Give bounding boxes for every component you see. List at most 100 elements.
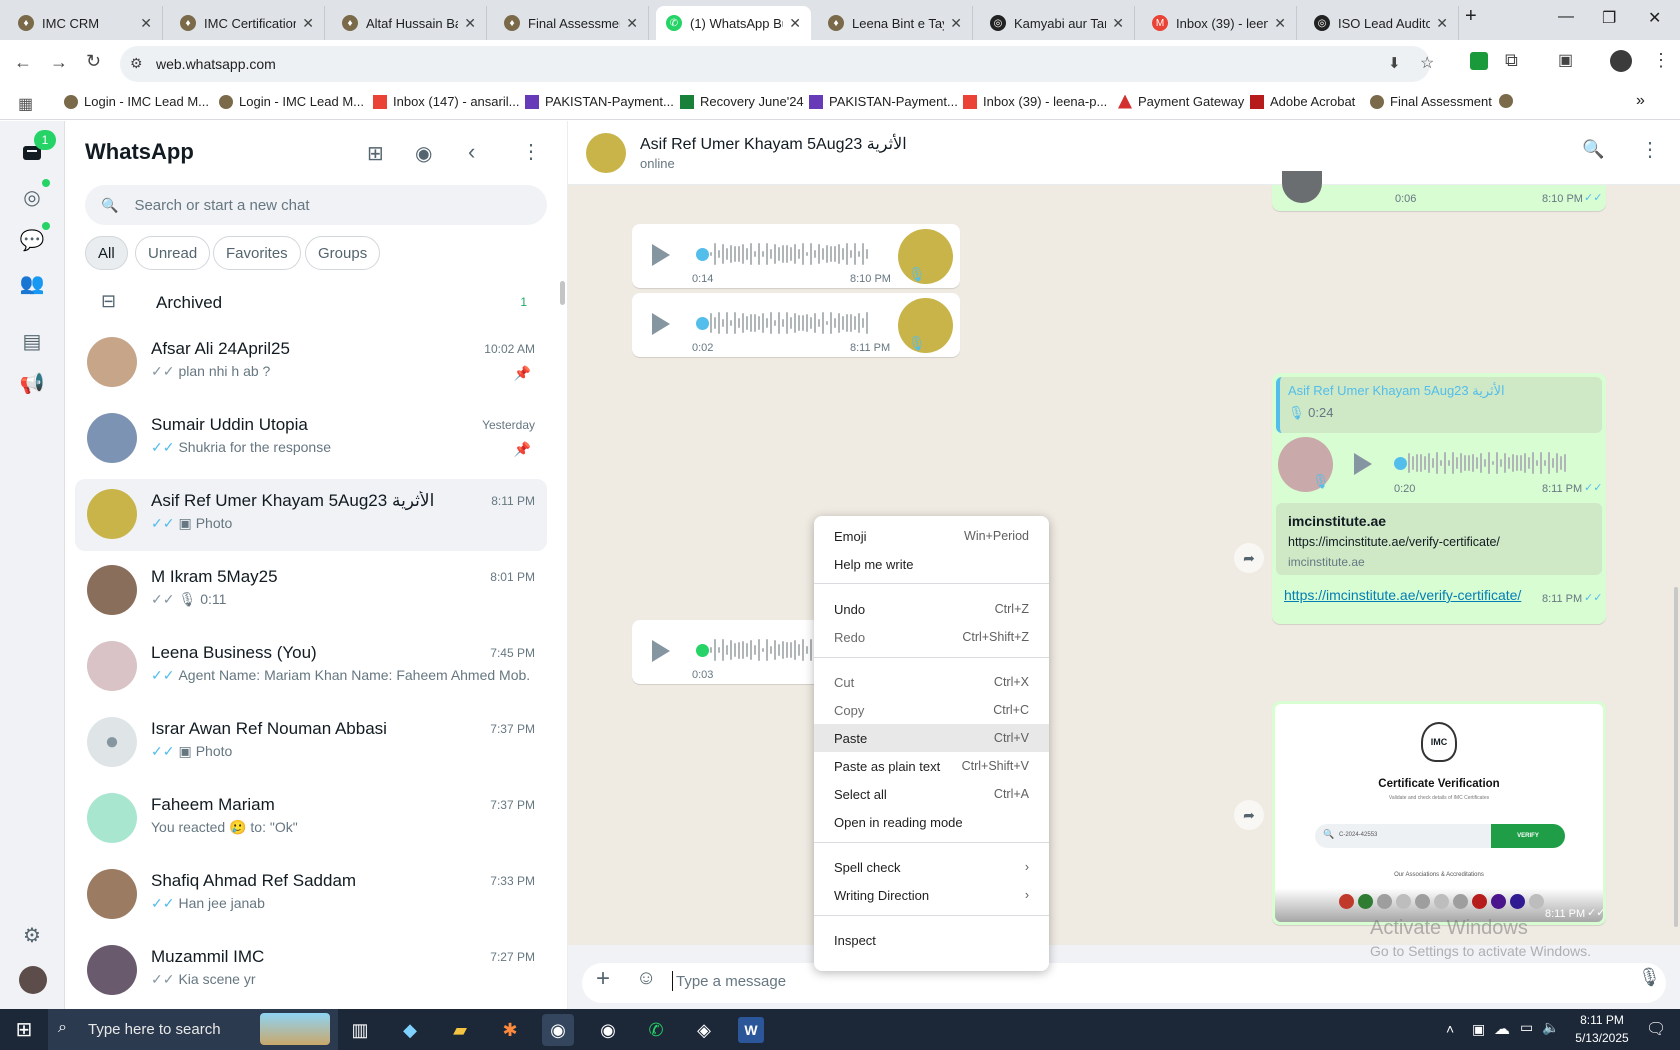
bookmark-item[interactable]: Login - IMC Lead M...	[219, 94, 364, 109]
tray-icon[interactable]: ▣	[1472, 1021, 1485, 1038]
menu-item-copy[interactable]: Copy Ctrl+C	[814, 696, 1049, 724]
chat-header[interactable]: Asif Ref Umer Khayam 5Aug23 الأثرية onli…	[568, 121, 1680, 185]
communities-icon[interactable]: 👥	[16, 267, 48, 299]
playback-thumb[interactable]	[696, 248, 709, 261]
profile-avatar[interactable]	[1610, 50, 1632, 72]
eye-off-icon[interactable]: ◉	[415, 141, 432, 166]
bookmark-item[interactable]: Login - IMC Lead M...	[64, 94, 209, 109]
browser-tab[interactable]: ♦ IMC Certification ✕	[170, 6, 325, 40]
bookmark-star-icon[interactable]: ☆	[1420, 53, 1434, 73]
bookmark-item[interactable]: PAKISTAN-Payment...	[525, 94, 674, 109]
contact-name[interactable]: Asif Ref Umer Khayam 5Aug23 الأثرية	[640, 134, 907, 154]
omnibox[interactable]: ⚙ web.whatsapp.com ⬇ ☆	[120, 46, 1434, 82]
playback-thumb[interactable]	[696, 317, 709, 330]
menu-item-help-me-write[interactable]: Help me write	[814, 550, 1049, 578]
chrome-icon[interactable]: ◉	[542, 1014, 574, 1046]
menu-item-emoji[interactable]: Emoji Win+Period	[814, 522, 1049, 550]
voice-message-out[interactable]: 0:06 8:10 PM ✓✓	[1272, 171, 1606, 211]
close-tab-icon[interactable]: ✕	[950, 15, 962, 32]
browser-tab-active[interactable]: ✆ (1) WhatsApp Bu ✕	[656, 6, 811, 40]
new-tab-button[interactable]: +	[1465, 5, 1477, 28]
browser-tab[interactable]: ♦ Final Assessment ✕	[494, 6, 649, 40]
scrollbar[interactable]	[560, 281, 565, 305]
chat-row[interactable]: Shafiq Ahmad Ref Saddam 7:33 PM ✓✓ Han je…	[75, 859, 547, 931]
chevron-left-icon[interactable]: ‹	[468, 139, 475, 165]
install-app-icon[interactable]: ⬇	[1388, 54, 1401, 72]
waveform[interactable]	[1408, 450, 1566, 476]
close-tab-icon[interactable]: ✕	[1436, 15, 1448, 32]
plus-icon[interactable]: +	[596, 965, 610, 993]
close-window-icon[interactable]: ✕	[1648, 8, 1661, 28]
message-input[interactable]: Type a message	[676, 973, 786, 990]
menu-item-paste-plain[interactable]: Paste as plain text Ctrl+Shift+V	[814, 752, 1049, 780]
chat-row[interactable]: Muzammil IMC 7:27 PM ✓✓ Kia scene yr	[75, 935, 547, 1007]
mic-icon[interactable]: 🎙	[1638, 967, 1661, 988]
word-icon[interactable]: W	[738, 1017, 764, 1043]
menu-item-paste[interactable]: Paste Ctrl+V	[814, 724, 1049, 752]
taskbar-search[interactable]: ⌕ Type here to search	[48, 1009, 338, 1050]
menu-icon[interactable]: ⋮	[521, 139, 541, 164]
play-icon[interactable]	[1354, 453, 1372, 475]
play-icon[interactable]	[652, 640, 670, 662]
voice-message-in[interactable]: 0:14 8:10 PM 🎙	[632, 224, 960, 288]
waveform[interactable]	[710, 310, 868, 336]
play-icon[interactable]	[652, 244, 670, 266]
close-tab-icon[interactable]: ✕	[626, 15, 638, 32]
network-icon[interactable]: ▭	[1520, 1019, 1533, 1036]
browser-tab[interactable]: ♦ Altaf Hussain Bar ✕	[332, 6, 487, 40]
search-input[interactable]: 🔍 Search or start a new chat	[85, 185, 547, 225]
waveform[interactable]	[710, 241, 868, 267]
bookmark-item[interactable]: PAKISTAN-Payment...	[809, 94, 958, 109]
forward-icon[interactable]: →	[50, 52, 68, 73]
sticker-icon[interactable]: ☺	[636, 967, 656, 990]
playback-thumb[interactable]	[696, 644, 709, 657]
close-tab-icon[interactable]: ✕	[1112, 15, 1124, 32]
chrome-icon[interactable]: ◉	[592, 1014, 624, 1046]
filter-groups[interactable]: Groups	[305, 236, 381, 270]
browser-tab[interactable]: ◎ ISO Lead Audito ✕	[1304, 6, 1459, 40]
profile-avatar[interactable]	[19, 966, 47, 994]
file-explorer-icon[interactable]: ▰	[444, 1014, 476, 1046]
close-tab-icon[interactable]: ✕	[789, 15, 801, 32]
chat-row[interactable]: ● Israr Awan Ref Nouman Abbasi 7:37 PM ✓…	[75, 707, 547, 779]
menu-item-select-all[interactable]: Select all Ctrl+A	[814, 780, 1049, 808]
copilot-icon[interactable]: ◆	[394, 1014, 426, 1046]
app-icon[interactable]: ✱	[494, 1014, 526, 1046]
onedrive-icon[interactable]: ☁	[1494, 1019, 1510, 1039]
settings-icon[interactable]: ⚙	[16, 919, 48, 951]
puzzle-icon[interactable]: ⧉	[1505, 50, 1518, 71]
bookmarks-overflow-icon[interactable]: »	[1636, 92, 1645, 110]
close-tab-icon[interactable]: ✕	[1274, 15, 1286, 32]
contact-avatar[interactable]	[586, 133, 626, 173]
menu-item-spell-check[interactable]: Spell check ›	[814, 853, 1049, 881]
reply-message-out[interactable]: Asif Ref Umer Khayam 5Aug23 الأثرية 🎙 0:…	[1272, 373, 1606, 624]
bookmark-item[interactable]: Final Assessment	[1370, 94, 1492, 109]
filter-unread[interactable]: Unread	[135, 236, 211, 270]
message-link[interactable]: https://imcinstitute.ae/verify-certifica…	[1284, 587, 1521, 603]
chat-row[interactable]: Leena Business (You) 7:45 PM ✓✓ Agent Nam…	[75, 631, 547, 703]
bookmark-item[interactable]: Recovery June'24	[680, 94, 804, 109]
menu-item-redo[interactable]: Redo Ctrl+Shift+Z	[814, 623, 1049, 651]
chat-row[interactable]: Sumair Uddin Utopia Yesterday ✓✓ Shukria …	[75, 403, 547, 475]
menu-item-cut[interactable]: Cut Ctrl+X	[814, 668, 1049, 696]
chat-row-selected[interactable]: Asif Ref Umer Khayam 5Aug23 الأثرية 8:11…	[75, 479, 547, 551]
menu-item-reading-mode[interactable]: Open in reading mode	[814, 808, 1049, 836]
menu-item-writing-direction[interactable]: Writing Direction ›	[814, 881, 1049, 909]
forward-icon[interactable]: ➦	[1234, 800, 1264, 830]
menu-item-inspect[interactable]: Inspect	[814, 926, 1049, 954]
play-icon[interactable]	[652, 313, 670, 335]
clock-date[interactable]: 5/13/2025	[1568, 1031, 1636, 1045]
close-tab-icon[interactable]: ✕	[464, 15, 476, 32]
volume-icon[interactable]: 🔈	[1542, 1019, 1559, 1036]
megaphone-icon[interactable]: 📢	[16, 367, 48, 399]
bookmark-item[interactable]	[1499, 94, 1519, 108]
browser-tab[interactable]: M Inbox (39) - leen ✕	[1142, 6, 1297, 40]
restore-icon[interactable]: ❐	[1602, 8, 1616, 28]
notifications-icon[interactable]: 🗨	[1646, 1019, 1666, 1039]
bookmark-item[interactable]: Payment Gateway	[1118, 94, 1244, 109]
voice-message-in[interactable]: 0:02 8:11 PM 🎙	[632, 293, 960, 357]
playback-thumb[interactable]	[1394, 457, 1407, 470]
bookmark-item[interactable]: Adobe Acrobat	[1250, 94, 1355, 109]
forward-icon[interactable]: ➦	[1234, 543, 1264, 573]
chat-row[interactable]: Afsar Ali 24April25 10:02 AM ✓✓ plan nhi …	[75, 327, 547, 399]
